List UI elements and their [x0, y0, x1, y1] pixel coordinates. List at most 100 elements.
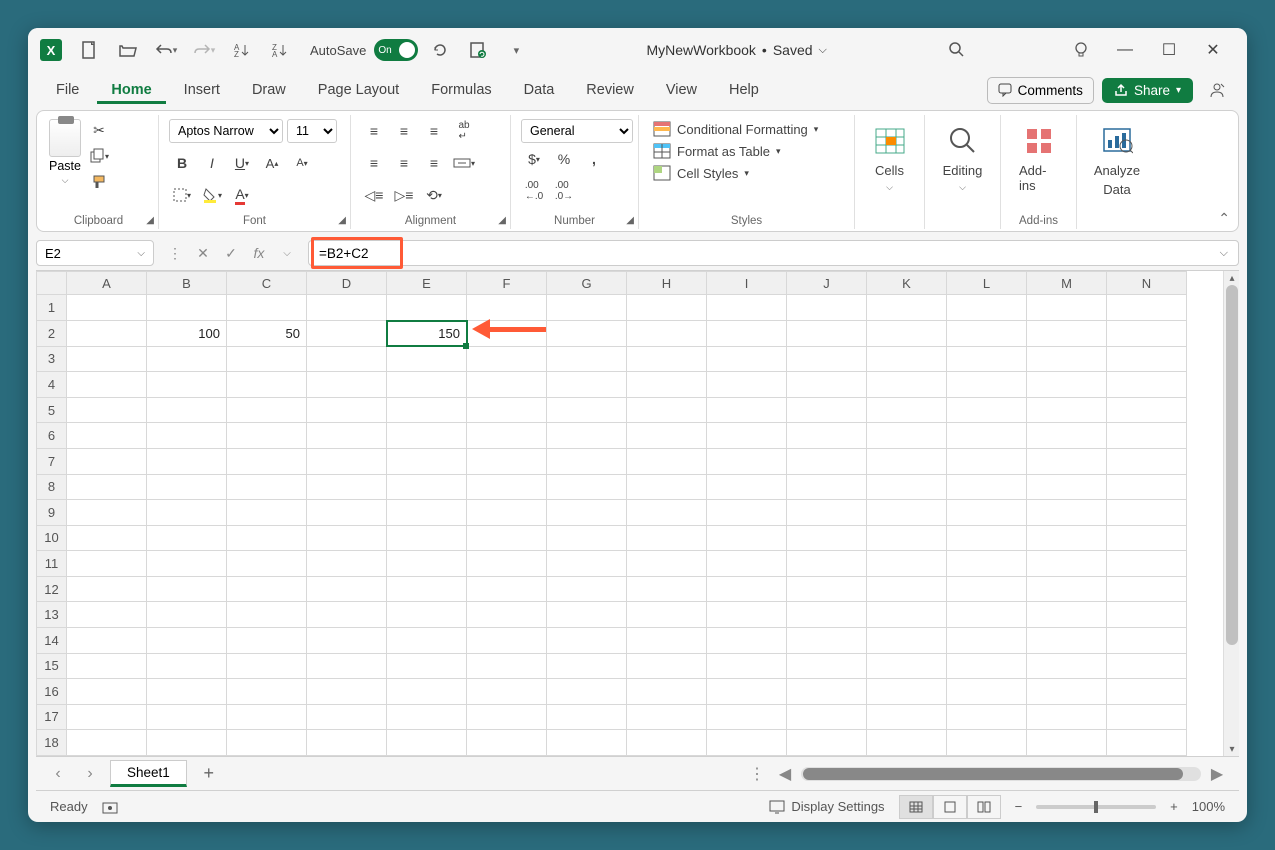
cell[interactable] — [947, 423, 1027, 449]
cell[interactable] — [147, 602, 227, 628]
cell[interactable] — [227, 397, 307, 423]
cell[interactable] — [947, 321, 1027, 347]
cell[interactable] — [547, 627, 627, 653]
col-header[interactable]: K — [867, 272, 947, 295]
cell[interactable] — [867, 679, 947, 705]
zoom-out-button[interactable]: − — [1015, 799, 1023, 814]
col-header[interactable]: C — [227, 272, 307, 295]
cell[interactable] — [787, 704, 867, 730]
cells-button[interactable]: Cells ⌵ — [865, 119, 914, 197]
cell[interactable] — [1027, 602, 1107, 628]
cell[interactable] — [707, 448, 787, 474]
cell[interactable] — [1107, 397, 1187, 423]
cell[interactable] — [867, 448, 947, 474]
enter-icon[interactable]: ✓ — [220, 242, 242, 264]
cell[interactable] — [227, 704, 307, 730]
minimize-button[interactable]: ― — [1103, 34, 1147, 66]
cell[interactable] — [707, 704, 787, 730]
cell[interactable] — [627, 474, 707, 500]
cell[interactable] — [307, 346, 387, 372]
col-header[interactable]: H — [627, 272, 707, 295]
cell[interactable] — [307, 525, 387, 551]
cell[interactable] — [707, 423, 787, 449]
tab-help[interactable]: Help — [715, 76, 773, 104]
cell[interactable] — [467, 525, 547, 551]
row-header[interactable]: 4 — [37, 372, 67, 398]
comments-button[interactable]: Comments — [987, 77, 1094, 104]
zoom-in-button[interactable]: + — [1170, 799, 1178, 814]
tab-home[interactable]: Home — [97, 76, 165, 104]
row-header[interactable]: 3 — [37, 346, 67, 372]
tab-file[interactable]: File — [42, 76, 93, 104]
share-button[interactable]: Share ▾ — [1102, 78, 1193, 103]
cell[interactable] — [867, 423, 947, 449]
row-header[interactable]: 13 — [37, 602, 67, 628]
cell[interactable] — [307, 679, 387, 705]
cell[interactable] — [1027, 397, 1107, 423]
tab-formulas[interactable]: Formulas — [417, 76, 505, 104]
cell[interactable] — [947, 500, 1027, 526]
cell[interactable] — [147, 397, 227, 423]
cell[interactable] — [1107, 321, 1187, 347]
cell[interactable] — [627, 627, 707, 653]
align-left-icon[interactable]: ≡ — [361, 151, 387, 175]
cell[interactable] — [627, 295, 707, 321]
cell[interactable] — [467, 346, 547, 372]
cell[interactable] — [707, 653, 787, 679]
sort-asc-icon[interactable]: AZ — [226, 34, 258, 66]
cell[interactable] — [1107, 448, 1187, 474]
cell[interactable] — [1027, 525, 1107, 551]
normal-view-icon[interactable] — [899, 795, 933, 819]
col-header[interactable]: G — [547, 272, 627, 295]
col-header[interactable]: L — [947, 272, 1027, 295]
cell[interactable] — [147, 551, 227, 577]
cell[interactable] — [147, 704, 227, 730]
cell[interactable] — [467, 704, 547, 730]
cell[interactable] — [227, 525, 307, 551]
cell[interactable] — [147, 576, 227, 602]
editing-button[interactable]: Editing ⌵ — [935, 119, 990, 197]
cell[interactable] — [147, 653, 227, 679]
copy-icon[interactable]: ▾ — [87, 145, 111, 167]
cell[interactable] — [227, 627, 307, 653]
tab-draw[interactable]: Draw — [238, 76, 300, 104]
font-size-select[interactable]: 11 — [287, 119, 337, 143]
cell[interactable] — [1027, 627, 1107, 653]
cell-B2[interactable]: 100 — [147, 321, 227, 347]
cell[interactable] — [467, 474, 547, 500]
row-header[interactable]: 2 — [37, 321, 67, 347]
cell[interactable] — [787, 525, 867, 551]
cell[interactable] — [1027, 346, 1107, 372]
cell[interactable] — [307, 295, 387, 321]
cell[interactable] — [67, 679, 147, 705]
cell[interactable] — [547, 372, 627, 398]
open-file-icon[interactable] — [112, 34, 144, 66]
cell[interactable] — [1027, 551, 1107, 577]
cell[interactable] — [627, 704, 707, 730]
autosave-switch[interactable]: On — [374, 39, 418, 61]
formula-input[interactable]: =B2+C2 ⌵ — [308, 240, 1239, 266]
cell[interactable] — [707, 730, 787, 756]
zoom-slider[interactable] — [1036, 805, 1156, 809]
cell[interactable] — [307, 474, 387, 500]
cell[interactable] — [387, 346, 467, 372]
cell[interactable] — [867, 653, 947, 679]
cell[interactable] — [787, 423, 867, 449]
cell[interactable] — [627, 448, 707, 474]
cell[interactable] — [307, 448, 387, 474]
cell[interactable] — [307, 704, 387, 730]
cell[interactable] — [867, 372, 947, 398]
cell[interactable] — [1107, 500, 1187, 526]
fill-color-button[interactable]: ▾ — [199, 183, 225, 207]
cell[interactable] — [67, 576, 147, 602]
cell[interactable] — [387, 372, 467, 398]
cell[interactable] — [547, 653, 627, 679]
cell[interactable] — [307, 730, 387, 756]
cell[interactable] — [67, 448, 147, 474]
cell[interactable] — [147, 627, 227, 653]
search-icon[interactable] — [941, 34, 973, 66]
cell[interactable] — [467, 448, 547, 474]
cell[interactable] — [627, 500, 707, 526]
cell[interactable] — [867, 576, 947, 602]
cell[interactable] — [787, 730, 867, 756]
